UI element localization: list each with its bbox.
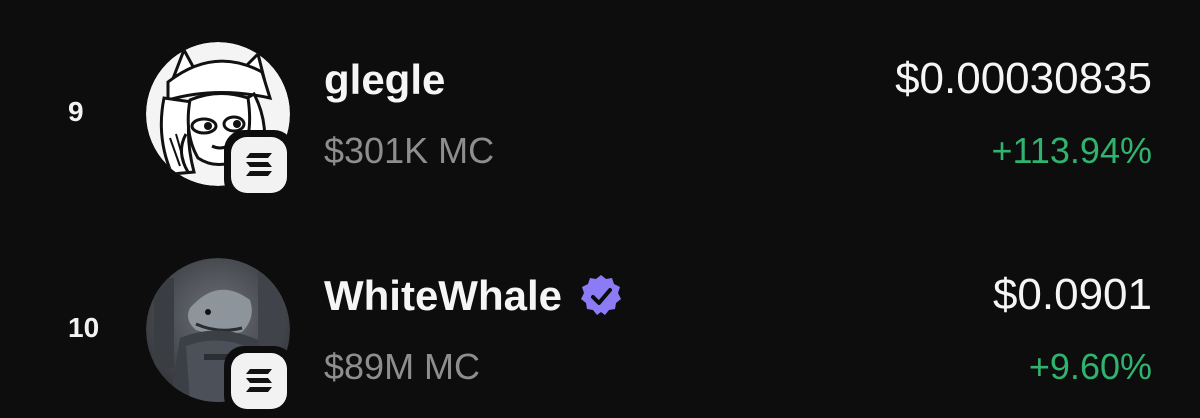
token-price: $0.00030835 — [895, 54, 1152, 103]
solana-icon — [246, 369, 272, 392]
token-name: WhiteWhale — [324, 272, 624, 320]
token-rank: 10 — [68, 312, 100, 343]
token-market-cap: $301K MC — [324, 130, 495, 171]
chain-badge — [224, 130, 294, 200]
solana-icon — [246, 153, 272, 176]
token-row-whitewhale[interactable]: 10 WhiteWhale $89M MC $0.0901 +9.60% — [0, 250, 1200, 416]
token-price: $0.0901 — [992, 270, 1152, 319]
chain-badge — [224, 346, 294, 416]
token-name-label: glegle — [324, 56, 446, 103]
token-name: glegle — [324, 56, 445, 104]
token-price-change: +9.60% — [1028, 346, 1152, 387]
verified-badge-icon — [581, 275, 621, 315]
token-rank: 9 — [68, 96, 84, 127]
token-name-label: WhiteWhale — [324, 272, 562, 319]
token-avatar-group — [146, 42, 294, 200]
token-list: 9 glegle $301K MC $0.00030835 +113.94% 1… — [0, 0, 1200, 418]
token-avatar-group — [146, 258, 294, 416]
token-market-cap: $89M MC — [324, 346, 481, 387]
token-row-glegle[interactable]: 9 glegle $301K MC $0.00030835 +113.94% — [0, 34, 1200, 200]
token-price-change: +113.94% — [991, 130, 1152, 171]
